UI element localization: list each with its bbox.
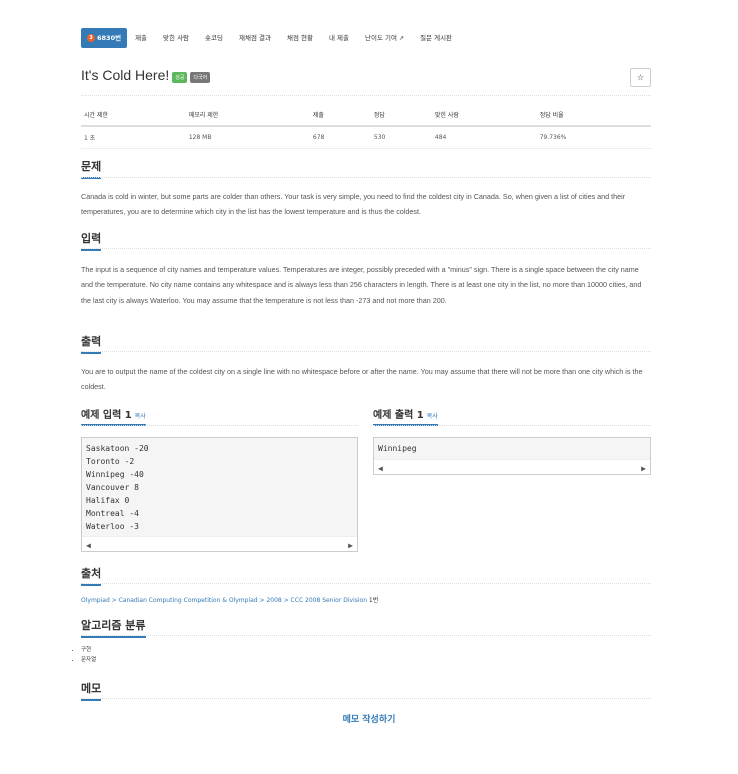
algorithm-list: 구현 문자열 [69,645,96,665]
copy-input-button[interactable]: 복사 [135,413,146,420]
problem-heading: 문제 [81,158,102,179]
section-divider [373,425,651,426]
value-time-limit: 1 초 [81,126,186,149]
section-divider [81,635,651,636]
header-memory-limit: 메모리 제한 [185,107,310,127]
sample-input-line: Toronto -2 [86,457,135,466]
problem-title-row: It's Cold Here! 성공 다국어 [81,67,211,83]
scroll-left-icon[interactable]: ◀ [86,539,91,552]
section-divider [81,177,651,178]
sample-input-line: Waterloo -3 [86,522,139,531]
header-ratio: 정답 비율 [536,107,651,127]
memo-heading-text: 메모 [81,682,102,695]
source-breadcrumb: Olympiad > Canadian Computing Competitio… [81,595,378,604]
section-divider [81,698,651,699]
section-divider [81,248,651,249]
scroll-left-icon[interactable]: ◀ [378,462,383,475]
tab-qna-board[interactable]: 질문 게시판 [412,28,460,48]
external-link-icon: ↗ [399,35,405,42]
header-solvers: 맞힌 사람 [431,107,537,127]
tab-solved-users[interactable]: 맞힌 사람 [155,28,197,48]
heading-underline [81,699,102,701]
list-item[interactable]: 문자열 [81,655,96,665]
value-submissions: 678 [309,126,371,149]
sample-output-line: Winnipeg [378,444,417,453]
status-badge-multilang: 다국어 [190,71,211,83]
output-description: You are to output the name of the coldes… [81,367,643,392]
table-header-row: 시간 제한 메모리 제한 제출 정답 맞힌 사람 정답 비율 [81,107,651,127]
sample-input-line: Vancouver 8 [86,483,139,492]
heading-underline [81,249,102,251]
header-time-limit: 시간 제한 [81,107,186,127]
algorithm-heading-text: 알고리즘 분류 [81,619,146,632]
value-solvers: 484 [431,126,537,149]
tab-difficulty-label: 난이도 기여 [364,34,397,42]
write-memo-button[interactable]: 메모 작성하기 [0,712,738,725]
input-heading-text: 입력 [81,232,102,245]
problem-nav-tabs: 3 6830번 제출 맞힌 사람 숏코딩 재채점 결과 채점 현황 내 제출 난이… [81,28,460,48]
tab-rejudge[interactable]: 재채점 결과 [231,28,279,48]
section-divider [81,351,651,352]
star-button[interactable]: ☆ [630,68,651,87]
sample-output-heading: 예제 출력 1 복사 [373,406,438,426]
scroll-right-icon[interactable]: ▶ [641,462,646,475]
tier-icon: 3 [87,34,95,42]
list-item[interactable]: 구현 [81,645,96,655]
heading-underline [81,636,146,638]
section-divider [81,583,651,584]
tab-difficulty[interactable]: 난이도 기여 ↗ [357,28,412,48]
section-divider [81,425,358,426]
sample-input-line: Winnipeg -40 [86,470,144,479]
source-link[interactable]: Olympiad > Canadian Computing Competitio… [81,597,367,604]
input-description: The input is a sequence of city names an… [81,265,642,305]
title-divider [81,95,651,96]
horizontal-scrollbar[interactable]: ◀ ▶ [374,459,650,474]
tab-short-coding[interactable]: 숏코딩 [197,28,231,48]
value-memory-limit: 128 MB [185,126,310,149]
value-accepted: 530 [370,126,432,149]
tab-status[interactable]: 채점 현황 [279,28,321,48]
sample-input-heading-text: 예제 입력 1 [81,410,132,421]
sample-input-line: Halifax 0 [86,496,130,505]
scroll-right-icon[interactable]: ▶ [348,539,353,552]
sample-input-line: Montreal -4 [86,509,139,518]
heading-underline [81,352,102,354]
source-heading-text: 출처 [81,567,102,580]
sample-input-line: Saskatoon -20 [86,444,149,453]
source-suffix: 1번 [368,597,379,604]
header-accepted: 정답 [370,107,432,127]
heading-underline [81,584,102,586]
problem-info-table: 시간 제한 메모리 제한 제출 정답 맞힌 사람 정답 비율 1 초 128 M… [81,107,651,149]
sample-input-box[interactable]: Saskatoon -20 Toronto -2 Winnipeg -40 Va… [81,437,358,552]
sample-input-heading: 예제 입력 1 복사 [81,406,146,426]
copy-output-button[interactable]: 복사 [427,413,438,420]
header-submissions: 제출 [309,107,371,127]
value-ratio: 79.736% [536,126,651,149]
table-row: 1 초 128 MB 678 530 484 79.736% [81,126,651,149]
tab-problem[interactable]: 3 6830번 [81,28,128,48]
horizontal-scrollbar[interactable]: ◀ ▶ [82,536,357,551]
tab-problem-label: 6830번 [97,34,122,42]
sample-output-heading-text: 예제 출력 1 [373,410,424,421]
tab-submit[interactable]: 제출 [127,28,155,48]
status-badge-solved: 성공 [172,71,188,83]
problem-heading-text: 문제 [81,160,102,173]
problem-title: It's Cold Here! [81,67,170,83]
problem-description: Canada is cold in winter, but some parts… [81,192,626,217]
output-heading-text: 출력 [81,335,102,348]
sample-output-box[interactable]: Winnipeg ◀ ▶ [373,437,651,475]
tab-my-submissions[interactable]: 내 제출 [321,28,357,48]
